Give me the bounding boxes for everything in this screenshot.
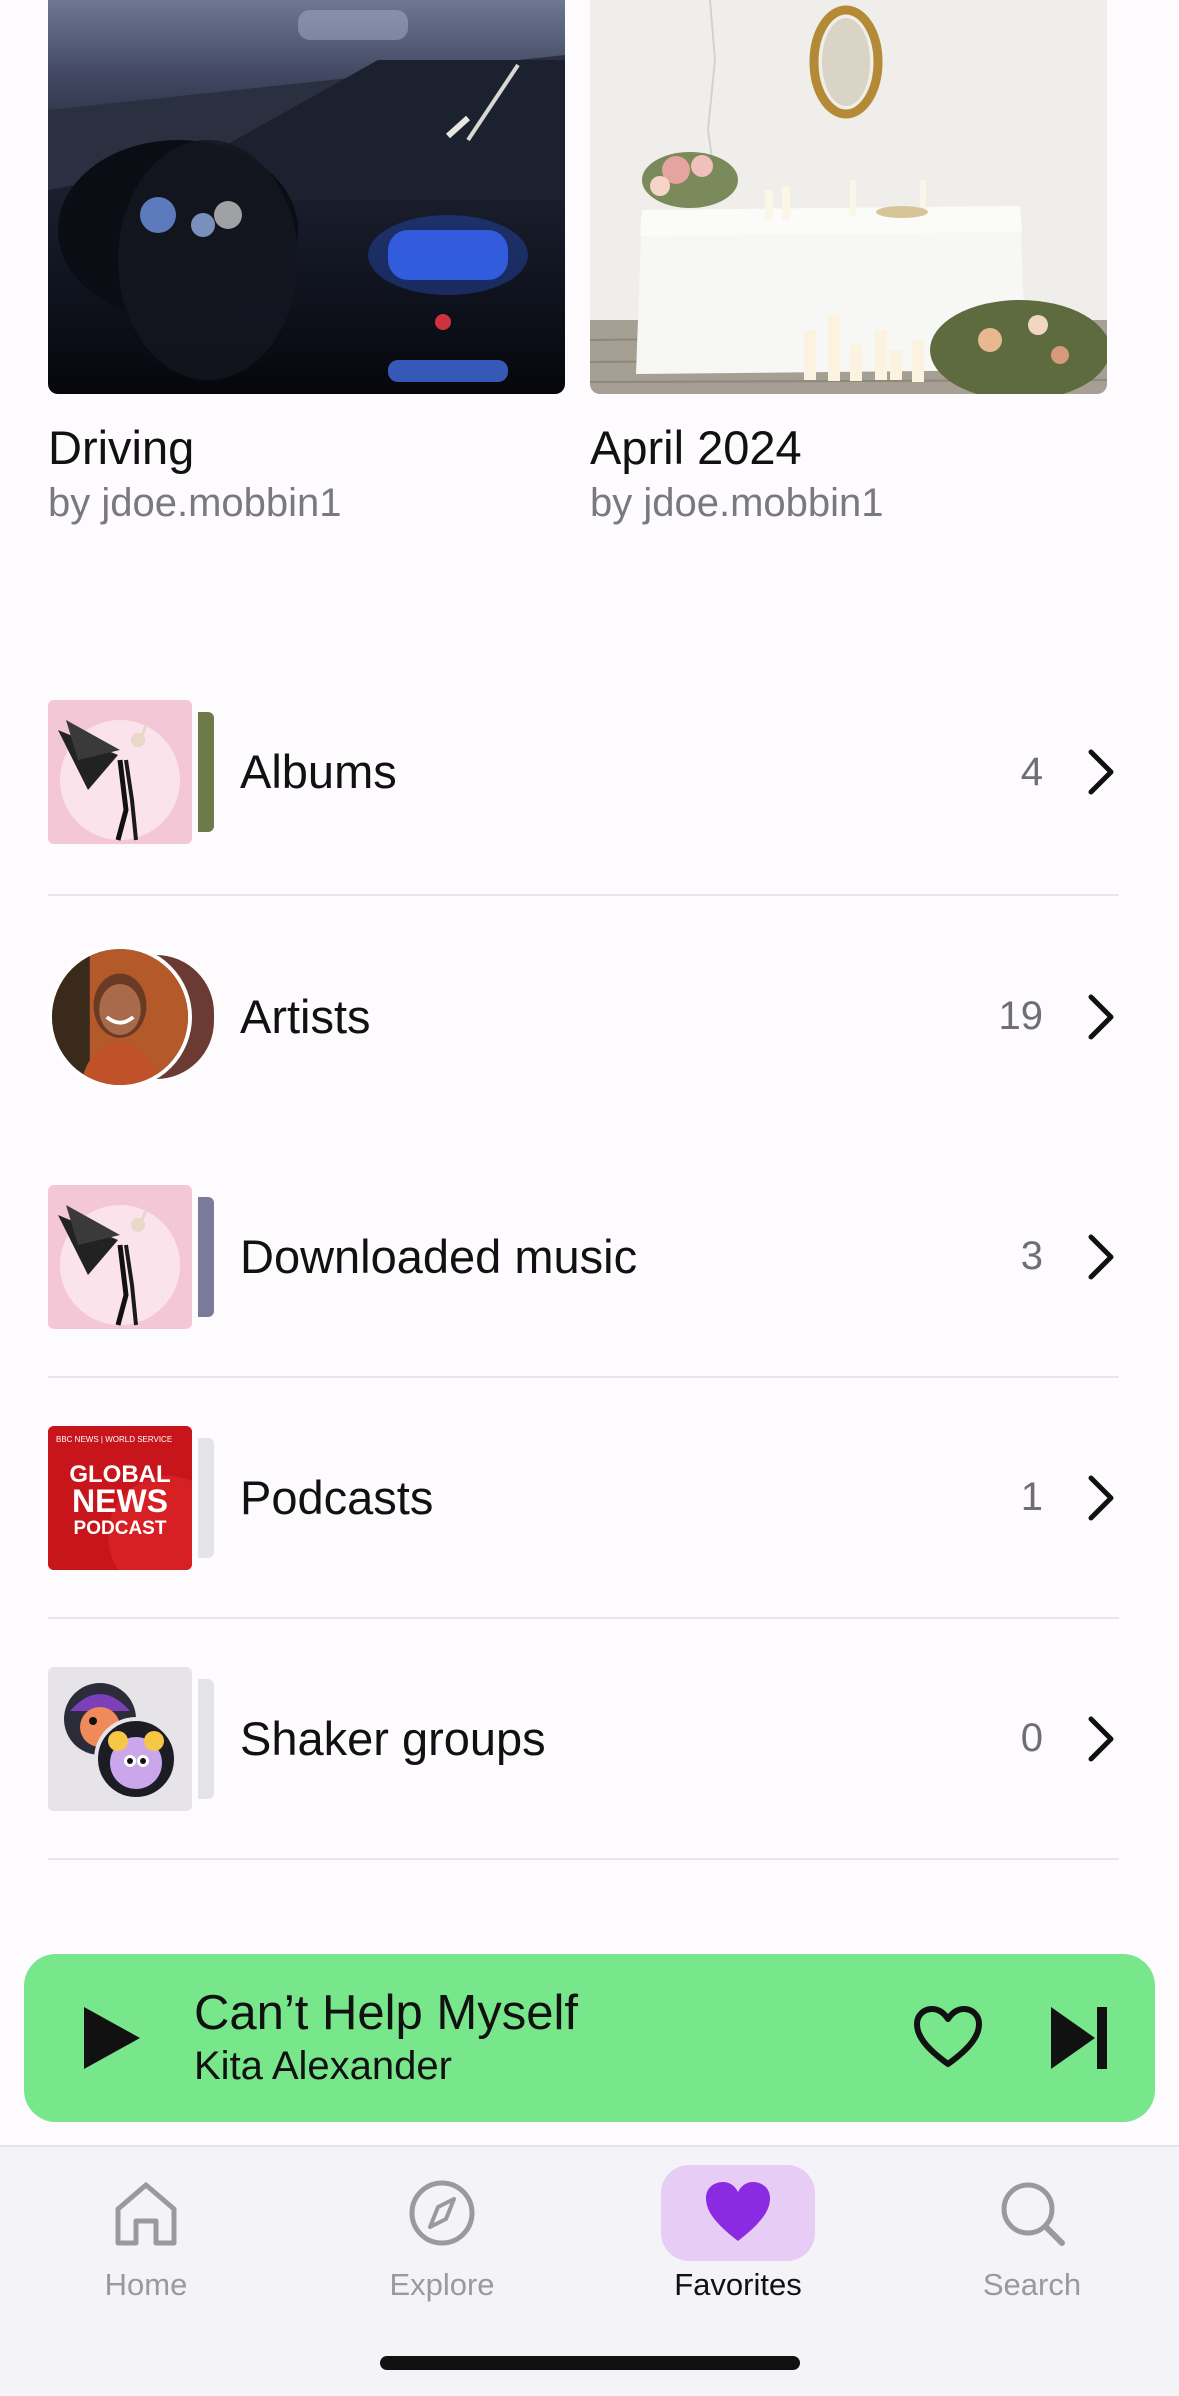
search-icon [1001, 2182, 1065, 2246]
podcast-art: BBC NEWS | WORLD SERVICE GLOBAL NEWS POD… [48, 1425, 192, 1570]
tab-icon-container [661, 2165, 815, 2261]
library-row-count: 1 [1020, 1475, 1043, 1519]
albums-thumbnail [48, 700, 216, 844]
podcast-art-word: NEWS [72, 1483, 168, 1519]
library-row-albums[interactable]: Albums 4 [48, 650, 1119, 896]
tab-explore[interactable]: Explore [342, 2165, 542, 2303]
tab-label: Search [982, 2267, 1082, 2302]
home-indicator [380, 2356, 800, 2370]
heart-icon [706, 2182, 770, 2241]
playlist-title: Driving [48, 421, 195, 474]
chevron-right-icon [1088, 1475, 1114, 1520]
home-icon [115, 2182, 177, 2246]
tab-label: Home [104, 2267, 188, 2302]
podcast-art-word: PODCAST [74, 1518, 167, 1539]
album-art [48, 1184, 192, 1329]
artists-thumbnail [48, 944, 216, 1089]
group-avatars [48, 1666, 192, 1811]
library-row-podcasts[interactable]: BBC NEWS | WORLD SERVICE GLOBAL NEWS POD… [48, 1378, 1119, 1619]
stack-edge [198, 1437, 214, 1558]
heart-outline-icon[interactable] [913, 2006, 983, 2070]
tab-label: Explore [389, 2267, 495, 2302]
favorites-screen: Driving by jdoe.mobbin1 April 2024 by jd… [0, 0, 1179, 2396]
playlist-cover-driving [48, 0, 565, 394]
podcast-art-caption: BBC NEWS | WORLD SERVICE [56, 1435, 172, 1444]
track-title: Can’t Help Myself [194, 1986, 578, 2040]
tab-icon-container [365, 2165, 519, 2261]
tab-search[interactable]: Search [932, 2165, 1132, 2303]
library-row-label: Downloaded music [240, 1229, 638, 1283]
tab-icon-container [955, 2165, 1109, 2261]
playlists-row: Driving by jdoe.mobbin1 April 2024 by jd… [48, 0, 1107, 528]
library-row-count: 3 [1020, 1234, 1043, 1278]
podcasts-thumbnail: BBC NEWS | WORLD SERVICE GLOBAL NEWS POD… [48, 1425, 216, 1570]
stack-edge [198, 712, 214, 832]
tab-favorites[interactable]: Favorites [638, 2165, 838, 2303]
track-artist: Kita Alexander [194, 2044, 452, 2088]
library-list: Albums 4 Artists 19 Downloaded music 3 B… [48, 650, 1119, 1860]
tab-label: Favorites [674, 2267, 802, 2302]
compass-icon [409, 2180, 475, 2246]
library-row-label: Podcasts [240, 1470, 434, 1524]
shaker-groups-thumbnail [48, 1666, 216, 1811]
chevron-right-icon [1088, 1234, 1114, 1279]
play-icon[interactable] [76, 2003, 146, 2073]
library-row-count: 4 [1020, 749, 1043, 794]
now-playing-info[interactable]: Can’t Help Myself Kita Alexander [194, 1985, 913, 2091]
playlist-card-driving[interactable]: Driving by jdoe.mobbin1 [48, 0, 565, 528]
playlist-title: April 2024 [590, 421, 802, 474]
chevron-right-icon [1088, 994, 1114, 1039]
skip-next-icon[interactable] [1047, 2003, 1111, 2073]
downloaded-thumbnail [48, 1184, 216, 1329]
library-row-count: 19 [998, 994, 1044, 1038]
library-row-artists[interactable]: Artists 19 [48, 896, 1119, 1137]
mini-player[interactable]: Can’t Help Myself Kita Alexander [24, 1954, 1155, 2122]
library-row-downloaded-music[interactable]: Downloaded music 3 [48, 1137, 1119, 1378]
tab-icon-container [69, 2165, 223, 2261]
library-row-label: Albums [240, 745, 397, 798]
playlist-card-april-2024[interactable]: April 2024 by jdoe.mobbin1 [590, 0, 1107, 528]
tab-home[interactable]: Home [46, 2165, 246, 2303]
library-row-count: 0 [1020, 1716, 1043, 1760]
playlist-byline: by jdoe.mobbin1 [590, 481, 884, 525]
playlist-byline: by jdoe.mobbin1 [48, 481, 342, 525]
library-row-label: Shaker groups [240, 1711, 546, 1765]
chevron-right-icon [1088, 1716, 1114, 1761]
library-row-shaker-groups[interactable]: Shaker groups 0 [48, 1619, 1119, 1860]
chevron-right-icon [1088, 749, 1114, 795]
playlist-cover-april-2024 [590, 0, 1107, 394]
stack-edge [198, 1196, 214, 1317]
library-row-label: Artists [240, 989, 371, 1043]
stack-edge [198, 1678, 214, 1799]
album-art [48, 700, 192, 844]
artist-photo [48, 944, 192, 1089]
